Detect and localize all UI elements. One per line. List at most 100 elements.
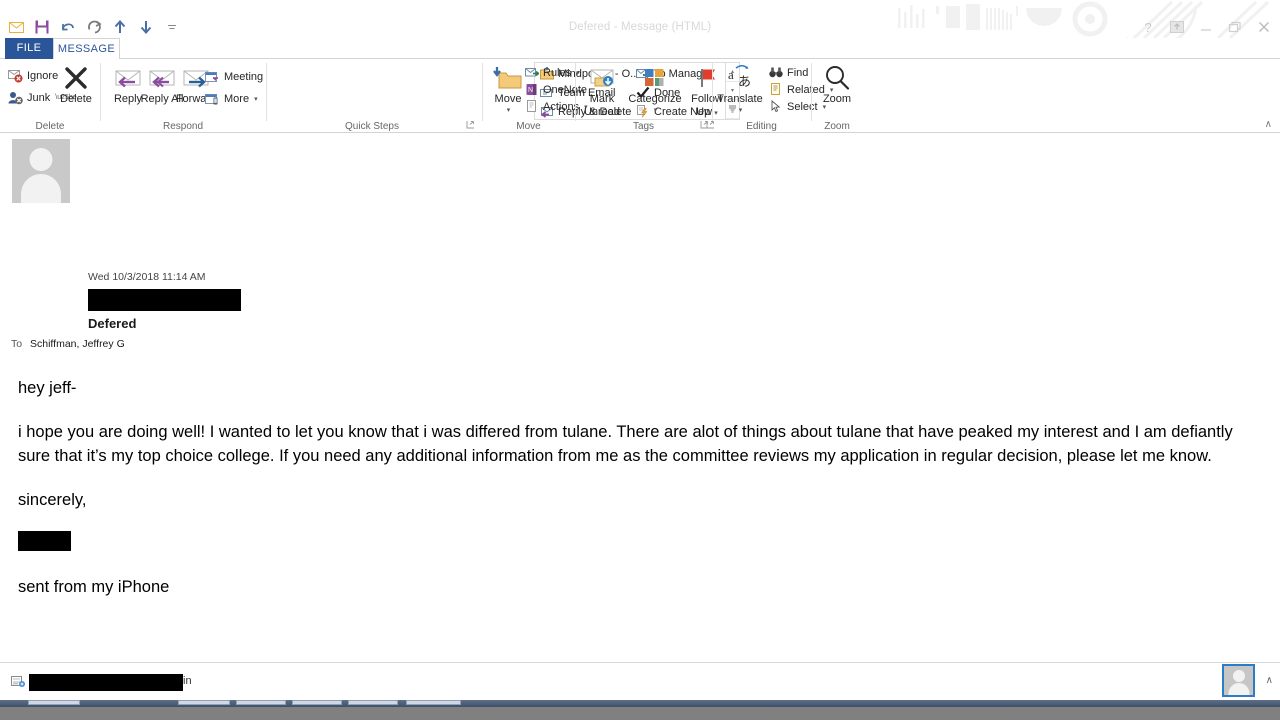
- ribbon-group-move: Move ▾ Rules ▾ N OneNote Actions ▾ Move: [482, 59, 588, 133]
- windows-taskbar: [0, 700, 1280, 720]
- find-button[interactable]: Find: [768, 64, 808, 81]
- taskbar-item[interactable]: [28, 700, 80, 705]
- junk-label: Junk: [27, 91, 51, 104]
- editing-dialog-launcher[interactable]: [706, 120, 715, 131]
- status-bar: in ∧: [0, 662, 1280, 700]
- delete-label: Delete: [60, 93, 92, 105]
- sender-name-redacted: [88, 289, 241, 311]
- ribbon-group-delete: Ignore Junk \u25be Delete Delete: [0, 59, 100, 133]
- collapse-ribbon-button[interactable]: ∧: [1265, 119, 1272, 130]
- group-label-quick-steps: Quick Steps: [345, 121, 399, 132]
- actions-label: Actions: [543, 100, 580, 113]
- select-cursor-icon: [768, 99, 783, 114]
- zoom-label: Zoom: [822, 93, 852, 105]
- more-respond-button[interactable]: More ▾: [205, 90, 258, 107]
- message-body: hey jeff- i hope you are doing well! I w…: [18, 376, 1246, 618]
- taskbar-item[interactable]: [406, 700, 461, 705]
- taskbar-item[interactable]: [292, 700, 342, 705]
- ribbon-group-respond: Reply Reply All Forward Meeting More ▾ R…: [100, 59, 266, 133]
- group-label-respond: Respond: [162, 121, 204, 132]
- ribbon-group-zoom: Zoom Zoom: [811, 59, 863, 133]
- rules-icon: [524, 65, 539, 80]
- svg-text:あ: あ: [738, 74, 751, 89]
- signature-name-redacted: [18, 531, 71, 551]
- ribbon-group-tags: Mark Unread Categorize ▾ Follow Up ▾ Tag…: [575, 59, 723, 133]
- taskbar-item[interactable]: [236, 700, 286, 705]
- delete-button[interactable]: Delete: [50, 63, 102, 106]
- avatar-head-shape: [29, 148, 53, 171]
- group-label-tags: Tags: [632, 121, 655, 132]
- body-paragraph: i hope you are doing well! I wanted to l…: [18, 422, 1233, 466]
- recipient-value[interactable]: Schiffman, Jeffrey G: [30, 338, 125, 350]
- more-respond-label: More: [224, 92, 250, 105]
- body-greeting: hey jeff-: [18, 379, 77, 397]
- chevron-down-icon[interactable]: ▾: [253, 95, 258, 103]
- mark-unread-icon: [578, 63, 626, 93]
- ribbon: Ignore Junk \u25be Delete Delete Reply R…: [0, 59, 1280, 133]
- actions-icon: [524, 99, 539, 114]
- more-respond-icon: [205, 91, 220, 106]
- meeting-label: Meeting: [224, 70, 264, 83]
- sender-avatar: [12, 139, 70, 203]
- tab-message[interactable]: MESSAGE: [53, 38, 120, 59]
- close-button[interactable]: [1256, 19, 1272, 35]
- group-label-move: Move: [516, 121, 541, 132]
- svg-text:N: N: [528, 87, 533, 94]
- related-icon: [768, 82, 783, 97]
- body-signature: sent from my iPhone: [18, 577, 170, 596]
- message-subject: Defered: [88, 316, 137, 331]
- ribbon-tab-strip: FILE MESSAGE: [0, 38, 1280, 59]
- categorize-label: Categorize: [628, 93, 682, 105]
- zoom-magnifier-icon: [811, 63, 863, 93]
- window-controls[interactable]: ?: [1140, 18, 1272, 36]
- translate-label: Translate: [717, 93, 763, 105]
- chevron-down-icon[interactable]: ▾: [626, 106, 684, 114]
- svg-text:a: a: [728, 67, 734, 82]
- window-title: Defered - Message (HTML): [568, 21, 712, 33]
- find-label: Find: [787, 66, 809, 79]
- group-label-delete: Delete: [35, 121, 65, 132]
- status-text-redacted: [29, 674, 183, 691]
- thumbnail-head-shape: [1232, 670, 1245, 682]
- categorize-icon: [626, 63, 684, 93]
- recipient-label: To: [11, 338, 23, 350]
- move-label: Move: [494, 93, 522, 105]
- taskbar-item[interactable]: [178, 700, 230, 705]
- meeting-button[interactable]: Meeting: [205, 68, 263, 85]
- translate-button[interactable]: aあ Translate ▾: [712, 63, 768, 114]
- minimize-button[interactable]: [1198, 19, 1214, 35]
- mark-unread-button[interactable]: Mark Unread: [578, 63, 626, 118]
- ribbon-group-editing: aあ Translate ▾ Find Related ▾ Select ▾ E…: [706, 59, 833, 133]
- restore-button[interactable]: [1227, 19, 1243, 35]
- body-name-line: [18, 531, 1246, 556]
- group-label-zoom: Zoom: [824, 121, 850, 132]
- outlook-message-window: Defered - Message (HTML) ? FILE MESSAGE: [0, 0, 1280, 700]
- find-binoculars-icon: [768, 65, 783, 80]
- categorize-button[interactable]: Categorize ▾: [626, 63, 684, 114]
- reading-pane: Wed 10/3/2018 11:14 AM Defered To Schiff…: [0, 133, 1280, 662]
- attachment-preview-icon[interactable]: [11, 675, 25, 688]
- tab-file[interactable]: FILE: [5, 38, 53, 59]
- zoom-button[interactable]: Zoom: [811, 63, 863, 106]
- expand-attachments-chevron-icon[interactable]: ∧: [1266, 675, 1273, 686]
- ignore-icon: [8, 68, 23, 83]
- attachment-thumbnail[interactable]: [1222, 664, 1255, 697]
- thumbnail-body-shape: [1228, 683, 1249, 695]
- translate-icon: aあ: [712, 63, 768, 93]
- group-label-editing: Editing: [746, 121, 777, 132]
- ribbon-group-quick-steps: Mindpower - O... To Manager Team Email D…: [266, 59, 740, 133]
- avatar-body-shape: [21, 174, 61, 203]
- chevron-down-icon[interactable]: ▾: [712, 106, 768, 114]
- help-button[interactable]: ?: [1140, 19, 1156, 35]
- quick-steps-dialog-launcher[interactable]: [466, 120, 475, 131]
- rules-label: Rules: [543, 66, 572, 79]
- junk-icon: [8, 90, 23, 105]
- mark-unread-label: Mark Unread: [583, 93, 621, 118]
- taskbar-item[interactable]: [348, 700, 398, 705]
- ribbon-display-options-button[interactable]: [1169, 19, 1185, 35]
- delete-x-icon: [50, 63, 102, 93]
- onenote-icon: N: [524, 82, 539, 97]
- rules-button[interactable]: Rules ▾: [524, 64, 580, 81]
- title-bar: Defered - Message (HTML) ?: [0, 0, 1280, 38]
- status-text: in: [183, 675, 192, 687]
